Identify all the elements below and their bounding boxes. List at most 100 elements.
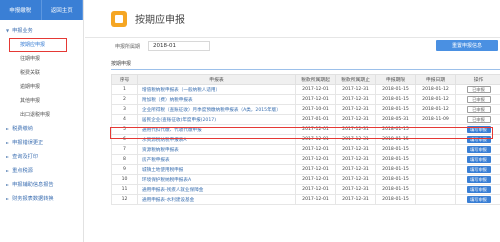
sidebar-group-label: 税费缴纳: [12, 125, 33, 132]
row-form-name[interactable]: 环境保护税纳税申报表A: [137, 174, 296, 185]
row-deadline: 2018-01-15: [375, 164, 416, 175]
row-period-start: 2017-12-01: [295, 154, 336, 165]
row-period-start: 2017-12-01: [295, 84, 336, 95]
row-action-cell: 已申报: [455, 94, 500, 105]
sidebar-item-overdue-filing[interactable]: 逾期申报: [0, 79, 83, 93]
table-header-row: 序号 申报表 税款所属期起 税款所属期止 申报期限 申报日期 操作: [111, 74, 500, 85]
row-form-name[interactable]: 通用申报表-水利建设基金: [137, 194, 296, 205]
row-form-name[interactable]: 增值税纳税申报表（一般纳税人适用）: [137, 84, 296, 95]
sidebar: 申报缴税 返回主页 ▼ 申报业务 按期应申报 往期申报 税费关联 逾期申报 其他…: [0, 0, 84, 242]
tax-filing-button[interactable]: 申报缴税: [0, 0, 42, 20]
filing-table: 序号 申报表 税款所属期起 税款所属期止 申报期限 申报日期 操作 1 增值税纳税…: [111, 74, 500, 205]
period-label: 申报所属期: [115, 43, 141, 50]
row-action-cell: 填写申报: [455, 154, 500, 165]
sidebar-item-export-rebate[interactable]: 出口退税申报: [0, 107, 83, 121]
col-header-date: 申报日期: [415, 74, 456, 85]
table-row: 11 通用申报表-残疾人就业保障金 2017-12-01 2017-12-31 2018…: [111, 184, 500, 195]
row-filed-date: 2018-11-09: [415, 114, 456, 125]
selected-row-highlight: [110, 127, 493, 139]
sidebar-group-query-print[interactable]: ► 查询及打印: [0, 149, 83, 163]
row-deadline: 2018-01-15: [375, 84, 416, 95]
caret-right-icon: ►: [6, 125, 10, 131]
row-form-name[interactable]: 企业所得税（查账征收）月季度预缴纳税申报表（A类，2015年版）: [137, 104, 296, 115]
sidebar-group-aux-report[interactable]: ► 申报辅助信息报告: [0, 177, 83, 191]
row-action-cell: 填写申报: [455, 174, 500, 185]
fill-filing-button[interactable]: 填写申报: [466, 166, 491, 173]
row-form-name[interactable]: 城镇土地使用税申报: [137, 164, 296, 175]
caret-right-icon: ►: [6, 181, 10, 187]
section-title: 按期申报: [111, 61, 132, 67]
row-period-end: 2017-12-31: [335, 174, 376, 185]
sidebar-group-tax-payment[interactable]: ► 税费缴纳: [0, 121, 83, 135]
reset-filing-button[interactable]: 重置申报信息: [436, 40, 498, 51]
sidebar-group-label: 申报业务: [12, 27, 33, 34]
sidebar-group-filing[interactable]: ▼ 申报业务: [0, 23, 83, 37]
row-filed-date: [415, 174, 456, 185]
table-row: 8 房产税申报表 2017-12-01 2017-12-31 2018-01-15 填写申…: [111, 154, 500, 165]
home-button[interactable]: 返回主页: [42, 0, 83, 20]
sidebar-group-label: 重点税源: [12, 167, 33, 174]
fill-filing-button[interactable]: 填写申报: [466, 196, 491, 203]
row-form-name[interactable]: 居民企业(查账征收)年度申报(2017): [137, 114, 296, 125]
caret-right-icon: ►: [6, 167, 10, 173]
row-period-end: 2017-12-31: [335, 154, 376, 165]
filed-button[interactable]: 已申报: [466, 86, 491, 93]
period-row: 申报所属期 2018-01: [115, 41, 211, 51]
row-no: 1: [111, 84, 138, 95]
page-header: 按期应申报: [85, 0, 500, 38]
section-divider: [111, 69, 500, 70]
fill-filing-button[interactable]: 填写申报: [466, 156, 491, 163]
sidebar-group-key-sources[interactable]: ► 重点税源: [0, 163, 83, 177]
fill-filing-button[interactable]: 填写申报: [466, 176, 491, 183]
row-form-name[interactable]: 资源税纳税申报表: [137, 144, 296, 155]
table-row: 12 通用申报表-水利建设基金 2017-12-01 2017-12-31 2018-0…: [111, 194, 500, 205]
row-period-end: 2017-12-31: [335, 114, 376, 125]
sidebar-item-past-filing[interactable]: 往期申报: [0, 51, 83, 65]
row-action-cell: 填写申报: [455, 184, 500, 195]
table-row: 7 资源税纳税申报表 2017-12-01 2017-12-31 2018-01-15 填…: [111, 144, 500, 155]
table-row: 4 居民企业(查账征收)年度申报(2017) 2017-01-01 2017-12-3…: [111, 114, 500, 125]
row-no: 7: [111, 144, 138, 155]
row-no: 10: [111, 174, 138, 185]
table-row: 1 增值税纳税申报表（一般纳税人适用） 2017-12-01 2017-12-31 20…: [111, 84, 500, 95]
table-row: 10 环境保护税纳税申报表A 2017-12-01 2017-12-31 2018-01…: [111, 174, 500, 185]
sidebar-item-other-filing[interactable]: 其他申报: [0, 93, 83, 107]
filed-button[interactable]: 已申报: [466, 116, 491, 123]
filed-button[interactable]: 已申报: [466, 106, 491, 113]
sidebar-top-bar: 申报缴税 返回主页: [0, 0, 83, 20]
row-period-start: 2017-12-01: [295, 174, 336, 185]
row-filed-date: [415, 184, 456, 195]
filed-button[interactable]: 已申报: [466, 96, 491, 103]
col-header-end: 税款所属期止: [335, 74, 376, 85]
row-period-start: 2017-10-01: [295, 104, 336, 115]
sidebar-item-tax-linked[interactable]: 税费关联: [0, 65, 83, 79]
sidebar-group-correction[interactable]: ► 申报错误更正: [0, 135, 83, 149]
row-no: 12: [111, 194, 138, 205]
fill-filing-button[interactable]: 填写申报: [466, 146, 491, 153]
col-header-action: 操作: [455, 74, 500, 85]
fill-filing-button[interactable]: 填写申报: [466, 186, 491, 193]
row-period-start: 2017-12-01: [295, 144, 336, 155]
row-no: 11: [111, 184, 138, 195]
main-content: 按期应申报 申报所属期 2018-01 重置申报信息 按期申报 序号 申报表 税…: [85, 0, 500, 242]
row-period-start: 2017-01-01: [295, 114, 336, 125]
row-form-name[interactable]: 附加税（费）纳税申报表: [137, 94, 296, 105]
row-form-name[interactable]: 房产税申报表: [137, 154, 296, 165]
sidebar-group-label: 申报错误更正: [12, 139, 44, 146]
row-period-end: 2017-12-31: [335, 94, 376, 105]
row-deadline: 2018-01-15: [375, 144, 416, 155]
sidebar-group-label: 财务报表数据转换: [12, 195, 54, 202]
row-period-start: 2017-12-01: [295, 184, 336, 195]
row-form-name[interactable]: 通用申报表-残疾人就业保障金: [137, 184, 296, 195]
caret-right-icon: ►: [6, 139, 10, 145]
row-deadline: 2018-01-15: [375, 194, 416, 205]
table-row: 2 附加税（费）纳税申报表 2017-12-01 2017-12-31 2018-01-…: [111, 94, 500, 105]
row-filed-date: [415, 154, 456, 165]
period-input[interactable]: 2018-01: [148, 41, 211, 51]
row-no: 3: [111, 104, 138, 115]
caret-right-icon: ►: [6, 195, 10, 201]
col-header-deadline: 申报期限: [375, 74, 416, 85]
sidebar-group-statement-convert[interactable]: ► 财务报表数据转换: [0, 191, 83, 205]
row-no: 9: [111, 164, 138, 175]
row-deadline: 2018-01-15: [375, 174, 416, 185]
